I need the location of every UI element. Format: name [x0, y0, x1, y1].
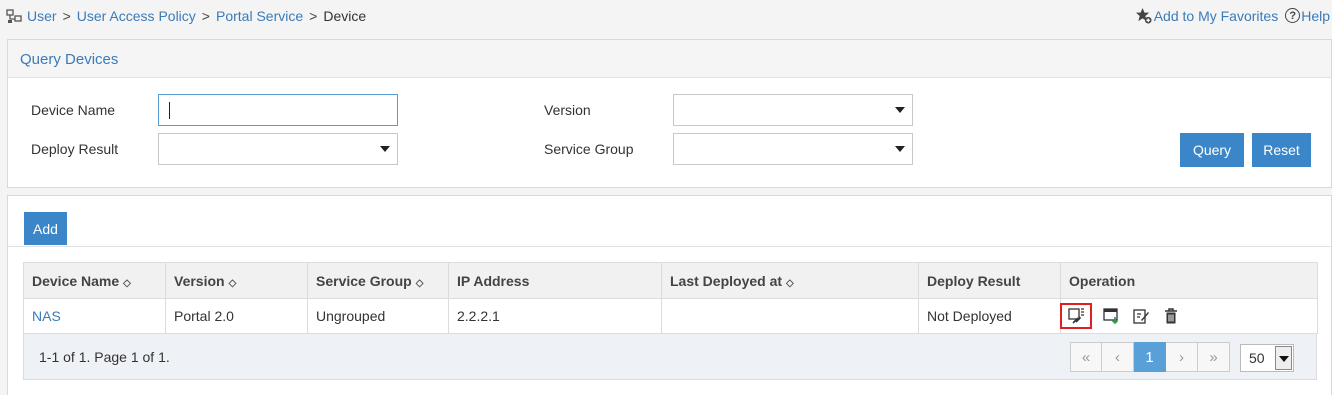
cell-service-group: Ungrouped [307, 298, 449, 334]
network-icon [6, 9, 22, 23]
edit-icon[interactable] [1126, 304, 1156, 328]
service-group-label: Service Group [544, 141, 634, 157]
reset-button[interactable]: Reset [1252, 133, 1311, 167]
add-button[interactable]: Add [24, 212, 67, 245]
deploy-result-label: Deploy Result [31, 141, 119, 157]
cell-version: Portal 2.0 [165, 298, 308, 334]
device-name-label: Device Name [31, 102, 116, 118]
device-name-link[interactable]: NAS [32, 308, 61, 324]
dropdown-arrow-icon[interactable] [1275, 346, 1292, 370]
cell-deploy-result: Not Deployed [918, 298, 1061, 334]
col-last-deployed[interactable]: Last Deployed at ◇ [661, 262, 919, 299]
query-devices-title: Query Devices [8, 40, 1331, 78]
operation-icons [1060, 303, 1309, 329]
top-bar: User > User Access Policy > Portal Servi… [0, 0, 1332, 34]
text-cursor [169, 102, 170, 119]
delete-icon[interactable] [1156, 304, 1186, 328]
pagination-bar: 1-1 of 1. Page 1 of 1. « ‹ 1 › » 50 [23, 334, 1317, 380]
breadcrumb-separator: > [309, 8, 318, 24]
star-plus-icon[interactable] [1135, 7, 1152, 24]
page-size-select[interactable]: 50 [1240, 344, 1294, 372]
dropdown-arrow-icon [895, 146, 905, 152]
breadcrumb-user-access-policy[interactable]: User Access Policy [77, 8, 196, 24]
breadcrumb-separator: > [62, 8, 71, 24]
dropdown-arrow-icon [380, 146, 390, 152]
query-button[interactable]: Query [1180, 133, 1244, 167]
sort-icon[interactable]: ◇ [416, 278, 424, 289]
service-group-select[interactable] [673, 133, 913, 165]
version-label: Version [544, 102, 591, 118]
table-header-row: Device Name ◇ Version ◇ Service Group ◇ IP … [23, 262, 1318, 299]
sort-icon[interactable]: ◇ [123, 278, 131, 289]
deploy-icon[interactable] [1060, 303, 1092, 329]
page-buttons: « ‹ 1 › » [1070, 342, 1230, 372]
top-links: Add to My Favorites ? Help [1135, 7, 1330, 24]
dropdown-arrow-icon [895, 107, 905, 113]
col-device-name[interactable]: Device Name ◇ [23, 262, 166, 299]
first-page-button[interactable]: « [1070, 342, 1102, 372]
col-service-group[interactable]: Service Group ◇ [307, 262, 449, 299]
cell-ip-address: 2.2.2.1 [448, 298, 662, 334]
help-icon[interactable]: ? [1285, 8, 1301, 23]
sort-icon[interactable]: ◇ [786, 278, 794, 289]
next-page-button[interactable]: › [1166, 342, 1198, 372]
device-name-input[interactable] [158, 94, 398, 126]
deploy-result-select[interactable] [158, 133, 398, 165]
last-page-button[interactable]: » [1198, 342, 1230, 372]
breadcrumb: User > User Access Policy > Portal Servi… [6, 8, 366, 24]
device-table: Device Name ◇ Version ◇ Service Group ◇ IP … [23, 262, 1318, 334]
prev-page-button[interactable]: ‹ [1102, 342, 1134, 372]
col-ip-address: IP Address [448, 262, 662, 299]
cell-last-deployed [661, 298, 919, 334]
table-row: NAS Portal 2.0 Ungrouped 2.2.2.1 Not Dep… [23, 298, 1318, 334]
divider [8, 246, 1331, 247]
breadcrumb-current: Device [323, 8, 367, 24]
page-size-value: 50 [1249, 350, 1265, 366]
sort-icon[interactable]: ◇ [229, 278, 237, 289]
help-link[interactable]: Help [1301, 8, 1330, 24]
add-to-favorites-link[interactable]: Add to My Favorites [1154, 8, 1279, 24]
version-select[interactable] [673, 94, 913, 126]
page-info: 1-1 of 1. Page 1 of 1. [39, 349, 170, 365]
breadcrumb-portal-service[interactable]: Portal Service [216, 8, 303, 24]
breadcrumb-separator: > [201, 8, 210, 24]
breadcrumb-user[interactable]: User [27, 8, 57, 24]
col-deploy-result: Deploy Result [918, 262, 1061, 299]
col-version[interactable]: Version ◇ [165, 262, 308, 299]
export-icon[interactable] [1096, 304, 1126, 328]
page-1-button[interactable]: 1 [1134, 342, 1166, 372]
col-operation: Operation [1060, 262, 1318, 299]
